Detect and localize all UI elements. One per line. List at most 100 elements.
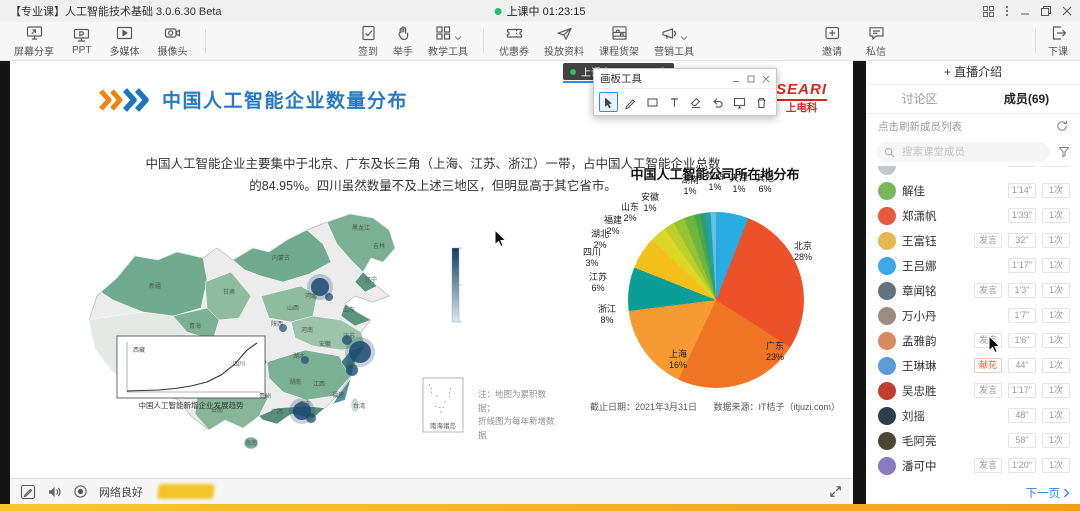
eraser-tool-button[interactable] bbox=[687, 92, 706, 112]
member-row[interactable]: 解佳 1'14" 1次 bbox=[866, 178, 1080, 203]
slide-heading: 中国人工智能企业数量分布 bbox=[98, 86, 408, 113]
search-input[interactable] bbox=[900, 145, 1042, 159]
member-row[interactable]: 章闻铭 发言 1'3" 1次 bbox=[866, 278, 1080, 303]
member-badge: 发言 bbox=[974, 458, 1002, 473]
multimedia-button[interactable]: 多媒体 bbox=[109, 25, 139, 58]
map-province-label: 新疆 bbox=[149, 282, 161, 290]
rectangle-tool-button[interactable] bbox=[643, 92, 662, 112]
whiteboard-toolbar[interactable]: 画板工具 bbox=[593, 68, 777, 116]
member-row[interactable]: 孟雅韵 发言 1'6" 1次 bbox=[866, 328, 1080, 353]
ppt-label: PPT bbox=[72, 45, 91, 56]
map-province-label: 海南 bbox=[245, 439, 257, 447]
map-province-label: 湖南 bbox=[289, 378, 301, 386]
member-row[interactable]: 郑潇帆 1'39" 1次 bbox=[866, 203, 1080, 228]
minimize-button[interactable] bbox=[1020, 6, 1030, 16]
private-message-button[interactable]: 私信 bbox=[866, 25, 886, 58]
member-count: 1次 bbox=[1042, 358, 1070, 373]
member-count: 1次 bbox=[1042, 408, 1070, 423]
map-province-label: 贵州 bbox=[259, 392, 271, 400]
map-province-label: 内蒙古 bbox=[272, 254, 290, 262]
member-count: 1次 bbox=[1042, 458, 1070, 473]
member-badge: 发言 bbox=[974, 283, 1002, 298]
live-intro-bar[interactable]: + 直播介绍 bbox=[866, 60, 1080, 85]
sign-in-button[interactable]: 签到 bbox=[358, 25, 378, 58]
screen-share-button[interactable]: 屏幕分享 bbox=[14, 25, 54, 58]
member-avatar bbox=[878, 382, 896, 400]
tab-members[interactable]: 成员(69) bbox=[973, 85, 1080, 113]
raise-hand-icon bbox=[395, 25, 412, 41]
map-province-label: 广西 bbox=[271, 408, 283, 416]
refresh-members-row[interactable]: 点击刷新成员列表 bbox=[866, 114, 1080, 138]
live-dot-icon bbox=[495, 8, 502, 15]
ppt-button[interactable]: PPT bbox=[72, 27, 91, 56]
pie-label: 安徽1% bbox=[641, 192, 659, 214]
member-avatar bbox=[878, 282, 896, 300]
member-count: 1次 bbox=[1042, 183, 1070, 198]
member-count bbox=[1042, 166, 1070, 167]
restore-button[interactable] bbox=[1041, 6, 1051, 16]
member-time: 44" bbox=[1008, 358, 1036, 373]
tab-discussion[interactable]: 讨论区 bbox=[866, 85, 973, 113]
minimize-icon[interactable] bbox=[732, 75, 740, 83]
member-row[interactable]: 潘可中 发言 1'20" 1次 bbox=[866, 453, 1080, 478]
member-badge: 发言 bbox=[974, 383, 1002, 398]
marketing-tools-button[interactable]: 营销工具 bbox=[654, 25, 694, 58]
member-row[interactable]: 吴忠胜 发言 1'17" 1次 bbox=[866, 378, 1080, 403]
course-shelf-button[interactable]: 课程货架 bbox=[599, 25, 639, 58]
member-row[interactable]: 王琳琳 献花 44" 1次 bbox=[866, 353, 1080, 378]
pen-tool-button[interactable] bbox=[621, 92, 640, 112]
annotate-icon[interactable] bbox=[20, 484, 36, 500]
slide-canvas[interactable]: 上课中 01:23:15 画板工具 bbox=[10, 60, 853, 478]
member-row[interactable]: 刘摇 48" 1次 bbox=[866, 403, 1080, 428]
trash-tool-button[interactable] bbox=[752, 92, 771, 112]
map-province-label: 西藏 bbox=[133, 346, 145, 354]
text-tool-button[interactable] bbox=[665, 92, 684, 112]
member-list[interactable]: 解佳 1'14" 1次 郑潇帆 1'39" 1次 王富钰 发言 32" 1次 王… bbox=[866, 166, 1080, 480]
end-class-button[interactable]: 下课 bbox=[1048, 25, 1068, 58]
member-time: 48" bbox=[1008, 408, 1036, 423]
filter-icon[interactable] bbox=[1058, 146, 1070, 158]
whiteboard-toolbar-header[interactable]: 画板工具 bbox=[594, 69, 776, 89]
screen-tool-button[interactable] bbox=[730, 92, 749, 112]
select-tool-button[interactable] bbox=[599, 92, 618, 112]
more-menu-icon[interactable] bbox=[1005, 5, 1009, 17]
double-chevron-icon bbox=[98, 88, 150, 112]
seari-logo-subtext: 上电科 bbox=[776, 99, 827, 114]
member-row[interactable]: 王吕娜 1'17" 1次 bbox=[866, 253, 1080, 278]
member-row[interactable]: 毛阿亮 58" 1次 bbox=[866, 428, 1080, 453]
undo-tool-button[interactable] bbox=[708, 92, 727, 112]
invite-button[interactable]: 邀请 bbox=[822, 25, 842, 58]
record-icon[interactable] bbox=[73, 484, 88, 499]
fullscreen-expand-icon[interactable] bbox=[828, 484, 843, 499]
coupon-button[interactable]: 优惠券 bbox=[499, 25, 529, 58]
map-province-label: 河南 bbox=[301, 326, 313, 334]
pie-label: 广东23% bbox=[766, 341, 784, 363]
whiteboard-toolbar-title: 画板工具 bbox=[600, 71, 642, 86]
apps-grid-icon[interactable] bbox=[983, 6, 994, 17]
member-row[interactable] bbox=[866, 166, 1080, 178]
camera-icon bbox=[164, 25, 181, 41]
member-time: 1'20" bbox=[1008, 458, 1036, 473]
camera-button[interactable]: 摄像头 bbox=[157, 25, 187, 58]
refresh-icon[interactable] bbox=[1056, 120, 1068, 132]
member-avatar bbox=[878, 166, 896, 175]
screen-share-label: 屏幕分享 bbox=[14, 43, 54, 58]
member-name: 郑潇帆 bbox=[902, 208, 1002, 224]
network-status-text: 网络良好 bbox=[99, 484, 143, 500]
middle-dark-strip bbox=[853, 60, 866, 504]
window-title: 【专业课】人工智能技术基础 3.0.6.30 Beta bbox=[0, 3, 222, 19]
raise-hand-button[interactable]: 举手 bbox=[393, 25, 413, 58]
teaching-tools-button[interactable]: 教学工具 bbox=[428, 25, 468, 58]
search-box[interactable] bbox=[876, 142, 1050, 162]
map-note-line1: 注：地图为累积数据； bbox=[478, 388, 560, 415]
materials-button[interactable]: 投放资料 bbox=[544, 25, 584, 58]
close-button[interactable] bbox=[1062, 6, 1072, 16]
member-name: 孟雅韵 bbox=[902, 333, 968, 349]
popout-icon[interactable] bbox=[747, 75, 755, 83]
close-icon[interactable] bbox=[762, 75, 770, 83]
speaker-icon[interactable] bbox=[47, 485, 62, 499]
pie-footnote-date: 截止日期：2021年3月31日 bbox=[590, 402, 697, 412]
next-page-button[interactable]: 下一页 bbox=[866, 480, 1080, 506]
member-row[interactable]: 万小丹 1'7" 1次 bbox=[866, 303, 1080, 328]
member-row[interactable]: 王富钰 发言 32" 1次 bbox=[866, 228, 1080, 253]
